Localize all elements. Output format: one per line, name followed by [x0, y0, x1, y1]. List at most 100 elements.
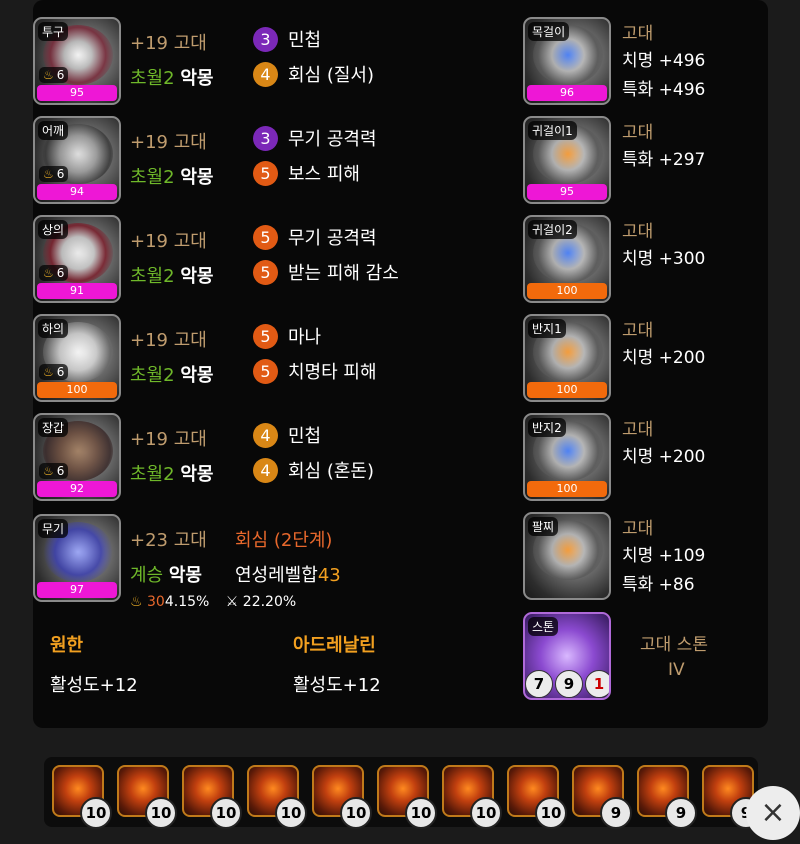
stone-slot-label: 스톤 [528, 617, 559, 636]
gem-slot[interactable]: 10 [312, 765, 372, 829]
stone-name: 고대 스톤 [640, 635, 708, 655]
accessory-quality-bar: 100 [527, 382, 607, 398]
engraving-level: 3 [253, 26, 278, 52]
accessory-slot-label: 귀걸이2 [528, 220, 577, 239]
equipment-line2: 초월2 악몽 [130, 361, 213, 387]
weapon-thumb[interactable]: 무기 97 [33, 514, 121, 602]
engraving-level: 4 [253, 61, 278, 87]
equipment-line2: 초월2 악몽 [130, 64, 213, 90]
gem-slot[interactable]: 10 [52, 765, 112, 829]
accessory-stat: 특화 +297 [622, 150, 706, 170]
equipment-grade: 고대 [173, 429, 207, 450]
engraving-name: 마나 [288, 327, 322, 348]
accessory-quality-bar: 95 [527, 184, 607, 200]
flame-icon: ♨ [43, 464, 54, 478]
equipment-refine: +19 [130, 231, 168, 252]
accessory-slot-label: 목걸이 [528, 22, 570, 41]
elixir-right-title: 아드레날린 [293, 635, 376, 656]
gem-slot[interactable]: 9 [572, 765, 632, 829]
weapon-slot-label: 무기 [38, 519, 69, 538]
accessory-stat: 치명 +496 [622, 51, 706, 71]
accessory-stat: 치명 +109 [622, 546, 706, 566]
weapon-effect: 회심 (2단계) [235, 530, 333, 551]
accessory-thumb[interactable]: 반지2 100 [523, 413, 611, 501]
flame-value: 30 [147, 594, 165, 610]
engraving-1: 5 무기 공격력 [253, 224, 377, 250]
equipment-slot-label: 투구 [38, 22, 69, 41]
flame-icon: ♨ [43, 68, 54, 82]
weapon-elixir-label: 연성레벨합 [235, 565, 318, 586]
weapon-line3: ♨ 304.15% ⚔ 22.20% [130, 594, 296, 610]
accessory-grade: 고대 [622, 519, 654, 539]
weapon-elixir: 연성레벨합43 [235, 561, 341, 587]
engraving-name: 회심 (질서) [288, 65, 375, 86]
equipment-thumb[interactable]: 상의 ♨ 6 91 [33, 215, 121, 303]
engraving-2: 4 회심 (혼돈) [253, 457, 374, 483]
accessory-stat: 치명 +200 [622, 348, 706, 368]
equipment-slot-label: 하의 [38, 319, 69, 338]
equipment-thumb[interactable]: 어깨 ♨ 6 94 [33, 116, 121, 204]
equipment-line1: +19 고대 [130, 227, 207, 253]
equipment-quality-bar: 100 [37, 382, 117, 398]
equipment-tier-value: 6 [56, 167, 65, 181]
stone-level-3: 1 [585, 670, 609, 698]
accessory-quality-bar: 100 [527, 481, 607, 497]
weapon-line2: 계승 악몽 [130, 561, 202, 587]
equipment-setname: 악몽 [180, 68, 214, 89]
equipment-tier: ♨ 6 [39, 463, 69, 479]
equipment-setname: 악몽 [180, 365, 214, 386]
accessory-thumb[interactable]: 반지1 100 [523, 314, 611, 402]
equipment-grade: 고대 [173, 33, 207, 54]
equipment-refine: +19 [130, 33, 168, 54]
equipment-thumb[interactable]: 투구 ♨ 6 95 [33, 17, 121, 105]
equipment-refine: +19 [130, 429, 168, 450]
equipment-slot-label: 어깨 [38, 121, 69, 140]
accessory-thumb[interactable]: 목걸이 96 [523, 17, 611, 105]
equipment-quality-bar: 94 [37, 184, 117, 200]
equipment-tier: ♨ 6 [39, 166, 69, 182]
engraving-name: 보스 피해 [288, 164, 360, 185]
weapon-refine: +23 [130, 530, 168, 551]
equipment-line2: 초월2 악몽 [130, 460, 213, 486]
engraving-level: 4 [253, 422, 278, 448]
engraving-name: 민첩 [288, 30, 322, 51]
accessory-stat: 치명 +200 [622, 447, 706, 467]
gem-level: 9 [665, 797, 697, 829]
gem-slot[interactable]: 10 [507, 765, 567, 829]
flame-icon: ♨ [130, 594, 143, 610]
equipment-tier: ♨ 6 [39, 67, 69, 83]
gem-slot[interactable]: 10 [377, 765, 437, 829]
equipment-tier: ♨ 6 [39, 364, 69, 380]
gem-slot[interactable]: 10 [117, 765, 177, 829]
gem-level: 10 [340, 797, 372, 829]
accessory-thumb[interactable]: 귀걸이2 100 [523, 215, 611, 303]
stone-level-2: 9 [555, 670, 583, 698]
equipment-tier-value: 6 [56, 266, 65, 280]
equipment-tiername: 초월2 [130, 365, 175, 386]
engraving-2: 4 회심 (질서) [253, 61, 374, 87]
stone-level-1: 7 [525, 670, 553, 698]
weapon-line1: +23 고대 [130, 526, 207, 552]
equipment-thumb[interactable]: 장갑 ♨ 6 92 [33, 413, 121, 501]
gem-slot[interactable]: 10 [182, 765, 242, 829]
equipment-tier-value: 6 [56, 68, 65, 82]
accessory-stat: 특화 +86 [622, 575, 695, 595]
accessory-thumb[interactable]: 팔찌 [523, 512, 611, 600]
gem-slot[interactable]: 10 [442, 765, 502, 829]
gem-slot[interactable]: 9 [637, 765, 697, 829]
gem-slot[interactable]: 10 [247, 765, 307, 829]
engraving-level: 5 [253, 323, 278, 349]
gem-level: 10 [210, 797, 242, 829]
gem-level: 10 [535, 797, 567, 829]
engraving-name: 무기 공격력 [288, 129, 377, 150]
equipment-quality-bar: 92 [37, 481, 117, 497]
close-icon[interactable]: × [746, 786, 800, 840]
weapon-grade: 고대 [173, 530, 207, 551]
equipment-thumb[interactable]: 하의 ♨ 6 100 [33, 314, 121, 402]
engraving-level: 5 [253, 224, 278, 250]
engraving-1: 3 민첩 [253, 26, 321, 52]
accessory-grade: 고대 [622, 321, 654, 341]
stone-thumb[interactable]: 스톤 7 9 1 [523, 612, 611, 700]
accessory-thumb[interactable]: 귀걸이1 95 [523, 116, 611, 204]
equipment-tier-value: 6 [56, 365, 65, 379]
